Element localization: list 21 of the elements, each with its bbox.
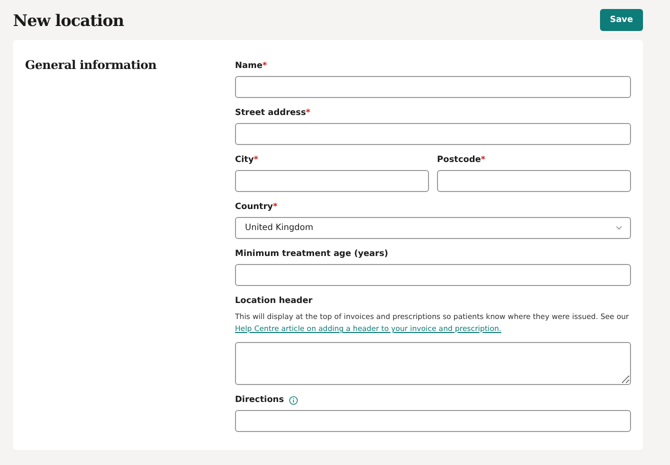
field-label: Directions [235, 395, 284, 405]
info-icon[interactable] [288, 396, 298, 404]
field-label: Minimum treatment age (years) [235, 249, 388, 259]
input-field[interactable] [235, 170, 429, 192]
field-label: Location header [235, 296, 312, 306]
input-field[interactable] [235, 76, 631, 98]
page-title: New location [13, 10, 124, 30]
chevron-down-icon [616, 226, 622, 230]
section-title: General information [25, 58, 158, 74]
input-field[interactable] [235, 410, 631, 432]
field-label: Street address* [235, 108, 310, 118]
country-select[interactable]: United Kingdom [235, 217, 631, 239]
input-field[interactable] [235, 264, 631, 286]
field-label: Country* [235, 202, 278, 212]
field-label: Postcode* [437, 155, 486, 165]
input-field[interactable] [235, 123, 631, 145]
save-button[interactable]: Save [600, 9, 643, 31]
text-area[interactable] [235, 342, 631, 385]
field-label: City* [235, 155, 258, 165]
input-field[interactable] [437, 170, 631, 192]
field-label: Name* [235, 61, 267, 71]
